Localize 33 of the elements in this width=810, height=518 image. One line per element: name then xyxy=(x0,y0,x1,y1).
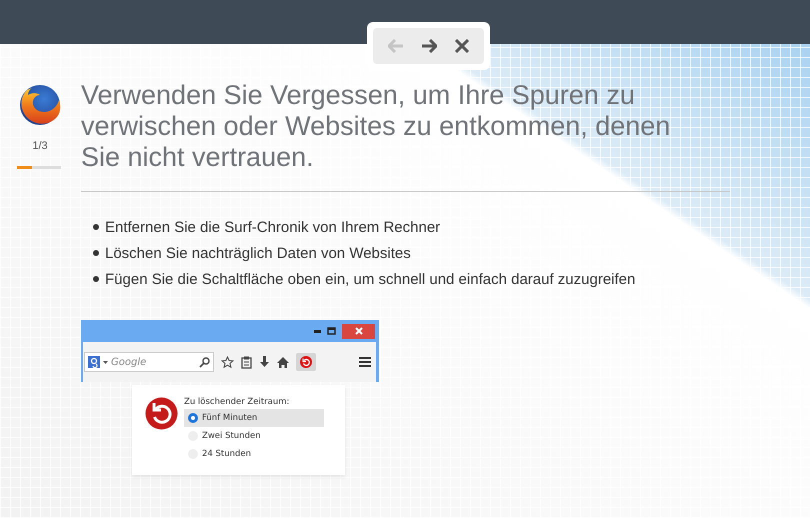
arrow-icon xyxy=(388,39,404,53)
bullet-icon xyxy=(93,276,99,282)
bullet-text: Fügen Sie die Schaltfläche oben ein, um schnell und einfach darauf zuzugreifen xyxy=(105,270,636,288)
browser-logo-icon xyxy=(19,84,61,126)
maximize-icon[interactable] xyxy=(327,327,336,335)
close-icon xyxy=(454,39,468,53)
forget-button[interactable] xyxy=(296,353,316,371)
arrow-icon xyxy=(420,39,436,53)
bullet-text: Löschen Sie nachträglich Daten von Websites xyxy=(105,244,411,262)
time-range-option[interactable]: Zwei Stunden xyxy=(184,427,324,445)
headline: Verwenden Sie Vergessen, um Ihre Spuren zu verwischen oder Websites zu entkommen, denen Sie nicht vertrauen. xyxy=(81,80,672,173)
bullet-text: Entfernen Sie die Surf-Chronik von Ihrem Rechner xyxy=(105,218,440,236)
caret-icon xyxy=(103,360,108,364)
bullet-icon xyxy=(93,224,99,230)
time-range-option[interactable]: Fünf Minuten xyxy=(184,409,324,427)
undo-icon xyxy=(300,356,312,368)
search-engine-icon xyxy=(88,356,100,368)
page-counter: 1/3 xyxy=(32,140,48,152)
star-icon[interactable] xyxy=(221,356,234,368)
close-icon xyxy=(354,327,362,335)
undo-icon xyxy=(145,397,178,430)
minimize-icon[interactable] xyxy=(314,330,321,332)
window-close-button[interactable] xyxy=(342,324,375,338)
home-icon[interactable] xyxy=(277,356,289,368)
bullet-icon xyxy=(93,250,99,256)
menu-icon[interactable] xyxy=(359,357,371,367)
radio-button[interactable] xyxy=(188,413,198,423)
clipboard-icon[interactable] xyxy=(241,356,252,368)
time-range-option[interactable]: 24 Stunden xyxy=(184,445,324,463)
search-icon xyxy=(199,356,210,368)
panel-title: Zu löschender Zeitraum: xyxy=(184,397,290,407)
download-icon[interactable] xyxy=(259,356,270,368)
search-field[interactable]: Google xyxy=(84,352,214,372)
